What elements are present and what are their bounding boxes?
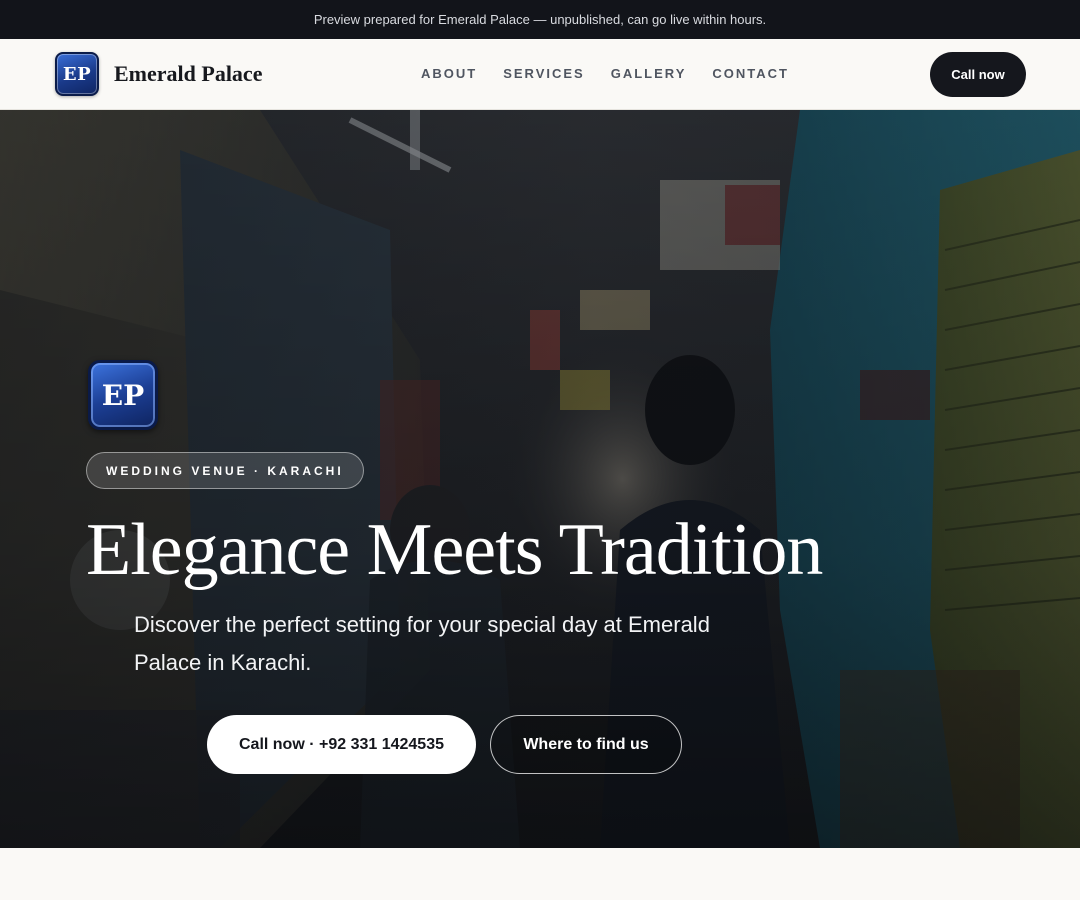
nav-link-contact[interactable]: CONTACT: [712, 66, 789, 81]
announcement-bar: Preview prepared for Emerald Palace — un…: [0, 0, 1080, 39]
announcement-text: Preview prepared for Emerald Palace — un…: [313, 12, 767, 27]
nav-link-gallery[interactable]: GALLERY: [611, 66, 687, 81]
site-header: EP Emerald Palace ABOUT SERVICES GALLERY…: [0, 39, 1080, 110]
brand-logo-icon: EP: [55, 52, 99, 96]
where-to-find-us-button[interactable]: Where to find us: [490, 715, 682, 774]
header-call-button[interactable]: Call now: [930, 52, 1026, 97]
hero-section: EP WEDDING VENUE · KARACHI Elegance Meet…: [0, 110, 1080, 848]
main-nav: ABOUT SERVICES GALLERY CONTACT: [421, 66, 789, 81]
brand-name: Emerald Palace: [114, 61, 263, 86]
call-now-phone-button[interactable]: Call now · +92 331 1424535: [207, 715, 476, 774]
nav-link-about[interactable]: ABOUT: [421, 66, 477, 81]
hero-subtitle: Discover the perfect setting for your sp…: [134, 612, 710, 675]
nav-link-services[interactable]: SERVICES: [503, 66, 585, 81]
hero-logo-icon: EP: [88, 360, 158, 430]
brand-home-link[interactable]: EP Emerald Palace: [55, 52, 262, 96]
venue-badge: WEDDING VENUE · KARACHI: [86, 452, 364, 489]
hero-headline: Elegance Meets Tradition: [86, 509, 823, 591]
